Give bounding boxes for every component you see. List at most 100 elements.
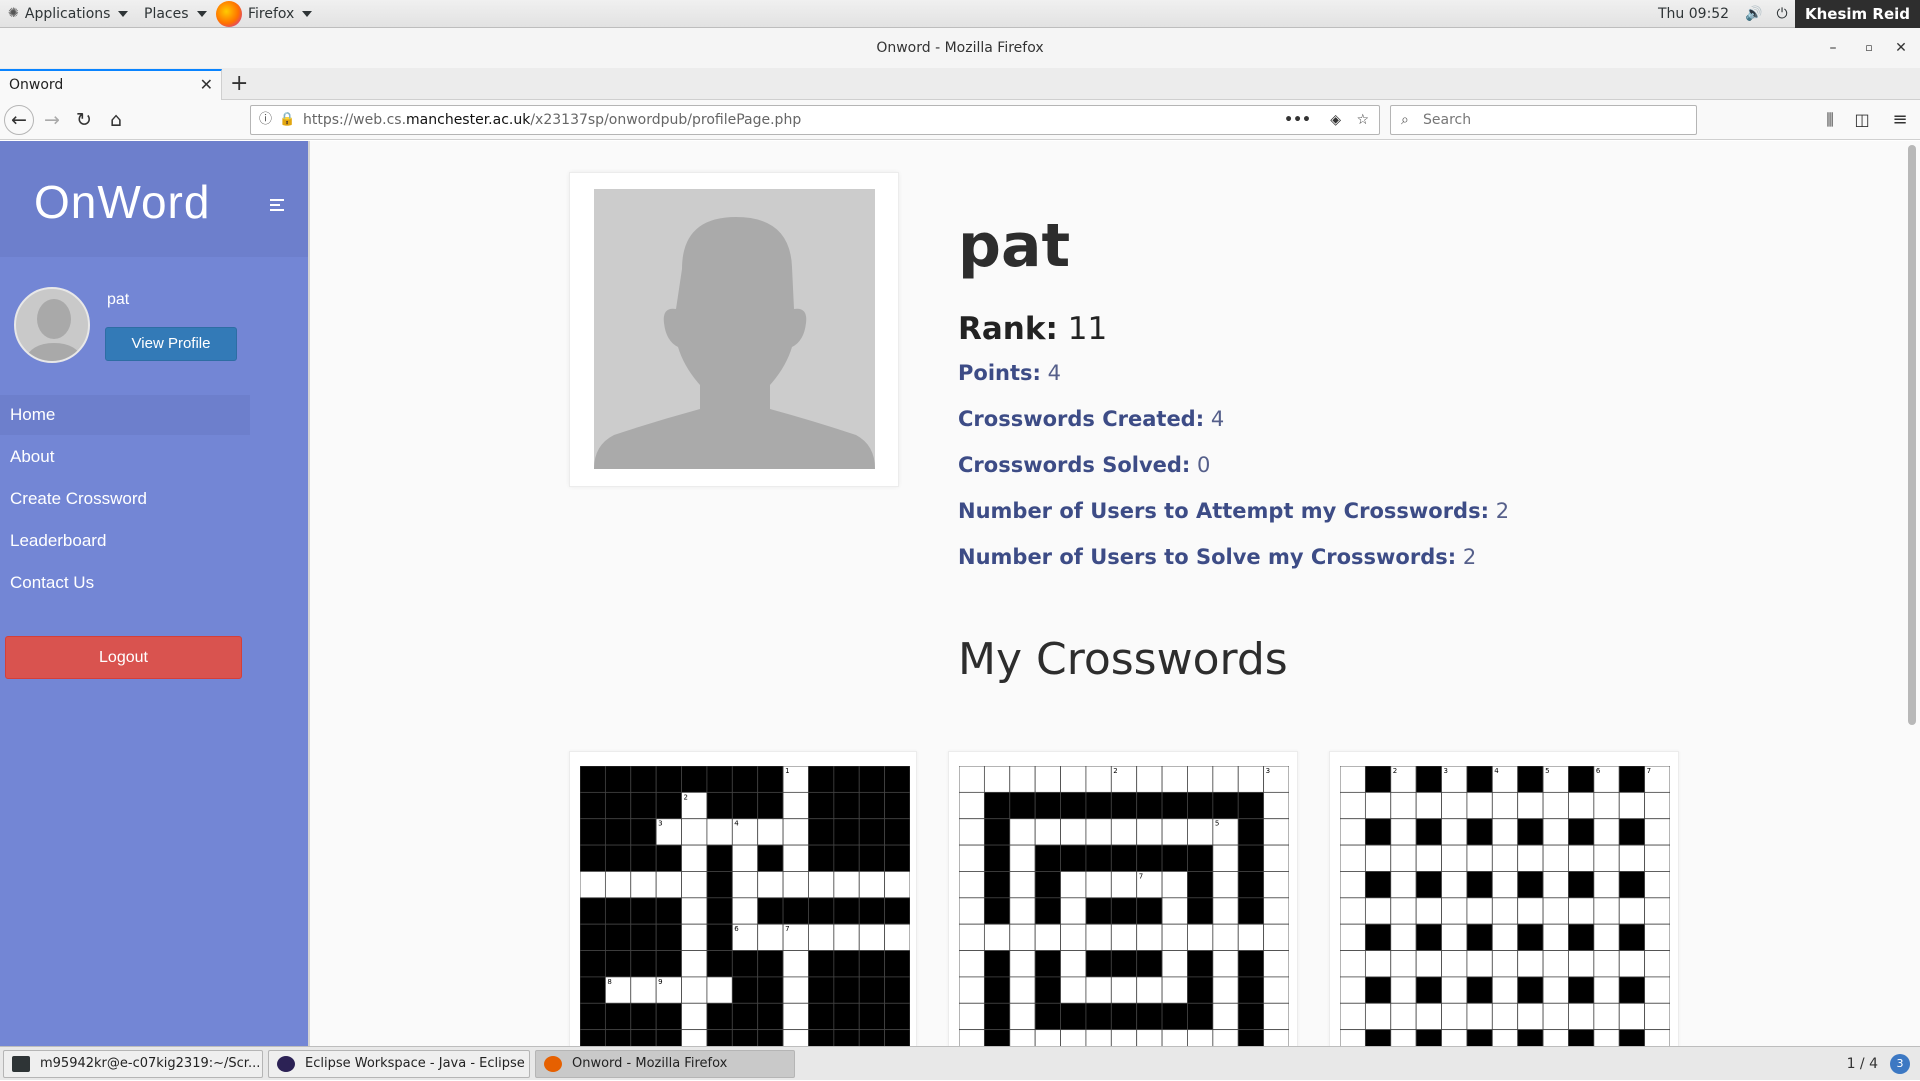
home-icon[interactable]: ⌂ [100, 104, 132, 136]
crossword-black-cell [1237, 950, 1265, 978]
crossword-black-cell [731, 976, 759, 1004]
new-tab-icon[interactable]: + [230, 68, 248, 100]
applications-menu[interactable]: ✺ Applications [8, 0, 129, 28]
crossword-black-cell [757, 844, 784, 872]
url-bar[interactable]: ⓘ 🔒 https://web.cs.manchester.ac.uk/x231… [250, 105, 1380, 135]
view-profile-button[interactable]: View Profile [105, 327, 237, 361]
crossword-black-cell [580, 950, 606, 978]
back-icon[interactable]: ← [4, 105, 34, 135]
crossword-black-cell [1364, 766, 1392, 793]
crossword-black-cell [983, 976, 1011, 1004]
crossword-white-cell [1364, 1002, 1392, 1031]
crossword-black-cell [808, 950, 835, 978]
notification-badge[interactable]: 3 [1890, 1054, 1910, 1074]
crossword-black-cell [1187, 897, 1214, 925]
page-scrollbar[interactable] [1908, 145, 1916, 725]
crossword-black-cell [1618, 871, 1646, 899]
crossword-white-cell [1340, 1002, 1366, 1031]
crossword-white-cell [1466, 950, 1493, 978]
sidebar-collapse-icon[interactable] [270, 199, 284, 214]
taskbar-item-firefox[interactable]: Onword - Mozilla Firefox [535, 1050, 795, 1078]
crossword-black-cell [1060, 1002, 1087, 1031]
reload-icon[interactable]: ↻ [68, 104, 100, 136]
crossword-white-cell [1060, 1029, 1087, 1046]
crossword-white-cell [1034, 818, 1061, 846]
crossword-white-cell [1390, 1029, 1417, 1046]
workspace-indicator[interactable]: 1 / 4 [1847, 1047, 1878, 1081]
crossword-white-cell [1263, 976, 1289, 1004]
close-window-icon[interactable]: ✕ [1886, 28, 1916, 68]
crossword-white-cell [1263, 923, 1289, 951]
crossword-white-cell [1441, 1029, 1468, 1046]
sidebar-toggle-icon[interactable]: ◫ [1846, 104, 1878, 136]
pocket-icon[interactable]: ◈ [1330, 106, 1341, 134]
bookmark-star-icon[interactable]: ☆ [1356, 106, 1369, 134]
search-input[interactable]: ⌕ Search [1390, 105, 1697, 135]
crossword-white-cell [959, 791, 985, 820]
crossword-black-cell [808, 766, 835, 793]
crossword-white-cell [1187, 1029, 1214, 1046]
crossword-black-cell [580, 897, 606, 925]
crossword-white-cell [1009, 897, 1036, 925]
crossword-white-cell [604, 871, 632, 899]
crossword-white-cell [1593, 1002, 1620, 1031]
crossword-white-cell [1390, 791, 1417, 820]
sidebar-item-leaderboard[interactable]: Leaderboard [0, 521, 250, 561]
crossword-white-cell [1187, 766, 1214, 793]
logout-button[interactable]: Logout [5, 636, 242, 679]
web-page: OnWord pat View Profile Home About Creat… [0, 141, 1920, 1046]
places-menu[interactable]: Places [144, 0, 207, 28]
crossword-black-cell [580, 766, 606, 793]
crossword-white-cell [1340, 791, 1366, 820]
forward-icon[interactable]: → [36, 104, 68, 136]
profile-photo [594, 189, 875, 469]
search-icon: ⌕ [1401, 112, 1409, 128]
minimize-icon[interactable]: – [1818, 28, 1848, 68]
sidebar-item-create-crossword[interactable]: Create Crossword [0, 479, 250, 519]
crossword-black-cell [983, 897, 1011, 925]
info-icon[interactable]: ⓘ [259, 106, 272, 134]
sidebar-item-home[interactable]: Home [0, 395, 250, 435]
sidebar-item-about[interactable]: About [0, 437, 250, 477]
crossword-black-cell [1568, 923, 1595, 951]
stat-value: 4 [1210, 407, 1225, 431]
page-actions-icon[interactable]: ••• [1284, 106, 1311, 134]
crossword-black-cell [1237, 1002, 1265, 1031]
crossword-black-cell [1110, 950, 1138, 978]
firefox-app-menu[interactable]: Firefox [216, 0, 313, 28]
crossword-white-cell [1161, 818, 1188, 846]
crossword-card-2[interactable]: 2 3 4 5 6 7 9 10 [948, 751, 1298, 1046]
avatar-silhouette-icon [24, 299, 84, 361]
crossword-card-3[interactable]: 2 3 4 5 6 7 [1329, 751, 1679, 1046]
crossword-clue-number: 4 [986, 820, 991, 828]
crossword-white-cell [1340, 950, 1366, 978]
clock[interactable]: Thu 09:52 [1658, 0, 1729, 28]
crossword-white-cell [1491, 871, 1519, 899]
crossword-white-cell [1340, 1029, 1366, 1046]
crossword-black-cell [1466, 766, 1493, 793]
brand-logo[interactable]: OnWord [34, 175, 210, 229]
crossword-white-cell [1593, 871, 1620, 899]
crossword-black-cell [731, 791, 759, 820]
hamburger-menu-icon[interactable]: ≡ [1884, 104, 1916, 136]
crossword-black-cell [1517, 766, 1544, 793]
library-icon[interactable]: ⫼ [1814, 104, 1846, 136]
crossword-white-cell [1644, 950, 1670, 978]
user-menu[interactable]: Khesim Reid [1795, 0, 1920, 28]
crossword-black-cell [655, 950, 682, 978]
taskbar-item-eclipse[interactable]: Eclipse Workspace - Java - Eclipse [268, 1050, 530, 1078]
maximize-icon[interactable]: ▫ [1854, 28, 1884, 68]
crossword-clue-number: 1 [785, 767, 789, 775]
crossword-card-1[interactable]: 1 2 3 4 6 7 8 9 [569, 751, 917, 1046]
taskbar-item-label: m95942kr@e-c07kig2319:~/Scr... [40, 1056, 261, 1071]
window-title-bar: Onword - Mozilla Firefox – ▫ ✕ [0, 28, 1920, 68]
crossword-white-cell [681, 950, 708, 978]
crossword-clue-number: 9 [1037, 978, 1041, 986]
sidebar-item-contact-us[interactable]: Contact Us [0, 563, 250, 603]
crossword-white-cell [1644, 976, 1670, 1004]
crossword-black-cell [858, 1029, 886, 1046]
taskbar-item-terminal[interactable]: m95942kr@e-c07kig2319:~/Scr... [3, 1050, 263, 1078]
tab-onword[interactable]: Onword ✕ [0, 69, 222, 100]
close-tab-icon[interactable]: ✕ [200, 71, 213, 99]
crossword-clue-number: 7 [1647, 767, 1651, 775]
